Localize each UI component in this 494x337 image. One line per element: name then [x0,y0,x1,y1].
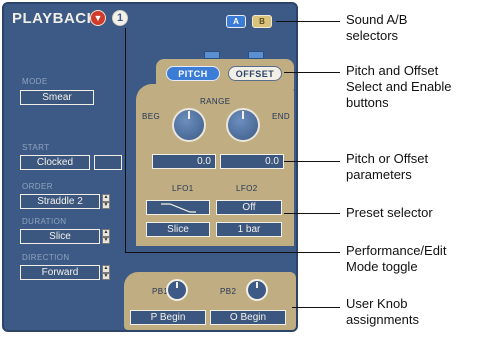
callout-line-preset [284,213,340,214]
pb2-label: PB2 [220,287,237,296]
playback-panel: PLAYBACK ▼ 1 A B PITCH OFFSET RANGE BEG … [2,2,298,332]
pitch-select-button[interactable]: PITCH [166,66,220,81]
callout-text-line: Mode toggle [346,259,418,274]
range-beg-label: BEG [142,112,161,121]
callout-text-line: buttons [346,95,389,110]
start-label: START [22,143,50,152]
start-selector[interactable]: Clocked [20,155,90,170]
mode-toggle-icon: ▼ [93,13,103,23]
direction-selector[interactable]: Forward [20,265,100,280]
range-begin-knob[interactable] [172,108,206,142]
range-end-value[interactable]: 0.0 [220,154,284,169]
callout-text-line: User Knob [346,296,408,311]
duration-selector[interactable]: Slice [20,229,100,244]
offset-select-button[interactable]: OFFSET [228,66,282,81]
number-badge: 1 [112,10,128,26]
lfo1-sync-field[interactable]: Slice [146,222,210,237]
callout-line-perf-edit-vertical [125,28,126,252]
lfo2-label: LFO2 [236,184,258,193]
mode-selector[interactable]: Smear [20,90,94,105]
range-begin-value[interactable]: 0.0 [152,154,216,169]
user-knob-1-assignment[interactable]: P Begin [130,310,206,325]
range-end-knob[interactable] [226,108,260,142]
order-selector[interactable]: Straddle 2 [20,194,100,209]
sound-a-button[interactable]: A [226,15,246,28]
user-knob-2-assignment[interactable]: O Begin [210,310,286,325]
knob-pointer [188,111,190,119]
callout-perf-edit: Performance/Edit Mode toggle [346,243,446,275]
callout-text-line: Performance/Edit [346,243,447,258]
offset-enable-led[interactable] [248,51,264,59]
pitch-enable-led[interactable] [204,51,220,59]
lfo1-shape-selector[interactable] [146,200,210,215]
range-end-label: END [272,112,291,121]
callout-text-line: Pitch and Offset [346,63,439,78]
callout-line-sound-ab [276,21,340,22]
lfo1-label: LFO1 [172,184,194,193]
callout-sound-ab: Sound A/B selectors [346,12,407,44]
duration-label: DURATION [22,217,67,226]
lfo2-preset-selector[interactable]: Off [216,200,282,215]
direction-spinner[interactable]: ▲ ▼ [102,265,110,280]
callout-line-user-knob [292,307,340,308]
range-label: RANGE [200,97,231,106]
knob-pointer [242,111,244,119]
duration-spinner[interactable]: ▲ ▼ [102,229,110,244]
sound-b-button[interactable]: B [252,15,272,28]
lfo2-sync-field[interactable]: 1 bar [216,222,282,237]
user-knob-2[interactable] [246,279,268,301]
callout-text-line: Select and Enable [346,79,452,94]
knob-pointer [176,282,178,288]
order-label: ORDER [22,182,53,191]
performance-edit-mode-toggle[interactable]: ▼ [90,10,106,26]
mode-label: MODE [22,77,48,86]
callout-line-params [284,161,340,162]
knob-pointer [256,282,258,288]
callout-pitch-offset: Pitch and Offset Select and Enable butto… [346,63,452,111]
callout-text-line: selectors [346,28,399,43]
callout-user-knob: User Knob assignments [346,296,419,328]
direction-label: DIRECTION [22,253,70,262]
callout-preset: Preset selector [346,205,433,220]
range-area-bg [136,84,294,160]
callout-line-perf-edit-horizontal [125,252,340,253]
callout-text-line: assignments [346,312,419,327]
start-extra-field[interactable] [94,155,122,170]
user-knob-1[interactable] [166,279,188,301]
callout-text-line: Pitch or Offset [346,151,429,166]
callout-text-line: Sound A/B [346,12,408,27]
panel-title: PLAYBACK [12,10,98,27]
callout-line-pitch-offset [284,72,340,73]
order-spinner[interactable]: ▲ ▼ [102,194,110,209]
ramp-down-wave-icon [161,203,196,213]
callout-params: Pitch or Offset parameters [346,151,428,183]
callout-text-line: parameters [346,167,412,182]
